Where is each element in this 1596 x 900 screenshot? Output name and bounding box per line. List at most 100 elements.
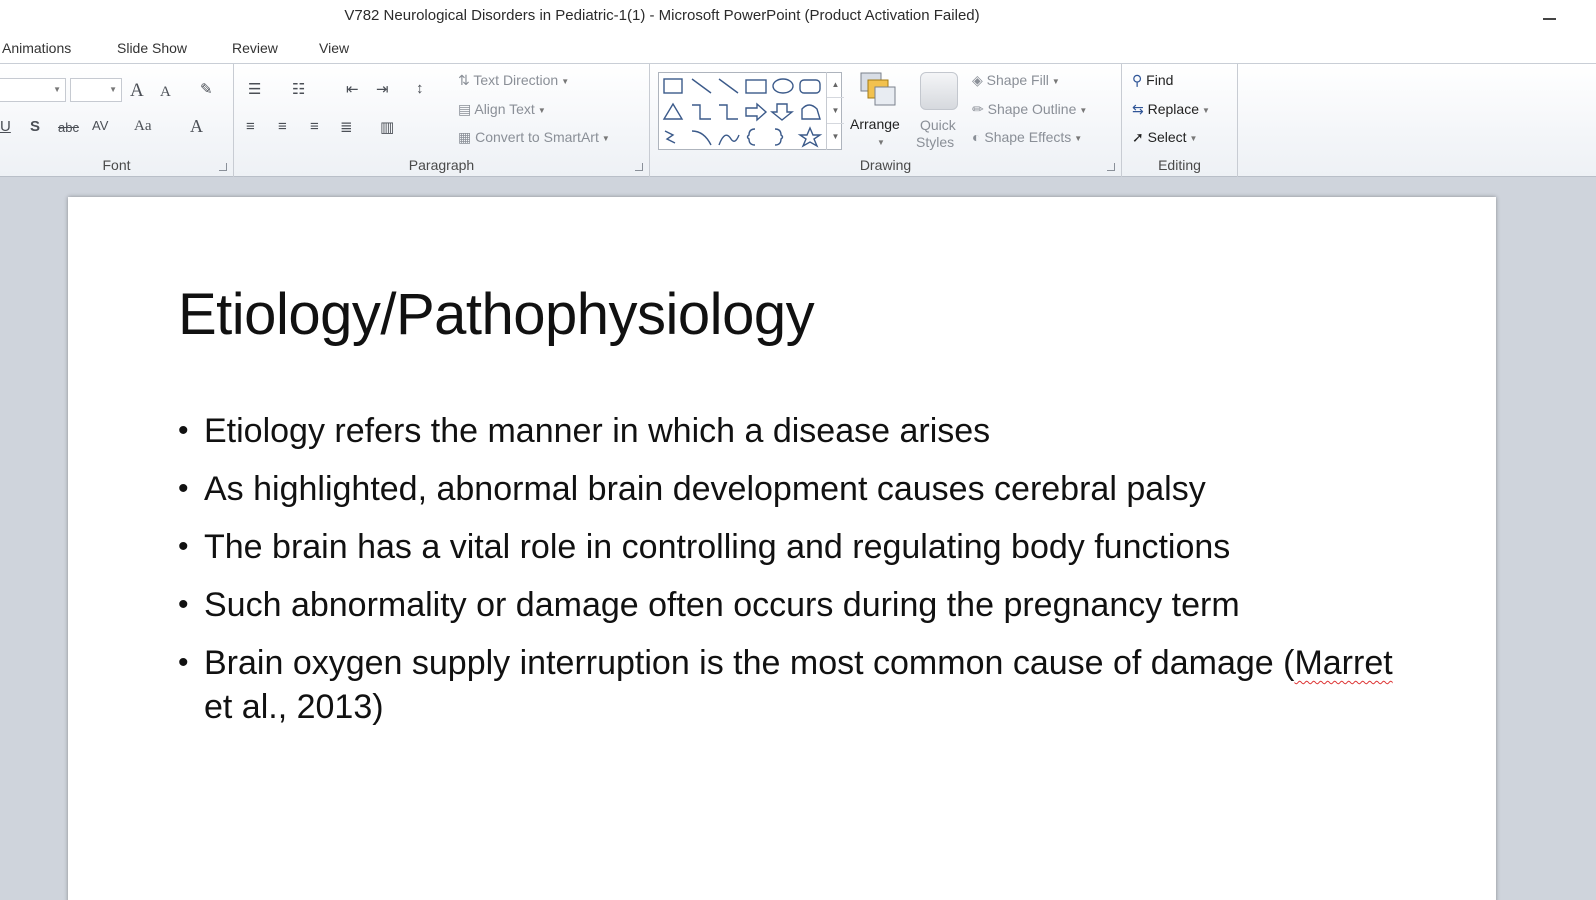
editing-group: ⚲ Find ⇆ Replace ▼ ➚ Select ▼ Editing — [1122, 64, 1238, 177]
paragraph-group: ☰ ☷ ⇤ ⇥ ↕ ≡ ≡ ≡ ≣ ▥ ⇅ Text Direction ▼ ▤ … — [234, 64, 650, 177]
elbow-connector-icon — [692, 104, 711, 120]
font-name-combo[interactable]: ▼ — [0, 78, 66, 102]
bullet-item-last: Brain oxygen supply interruption is the … — [178, 641, 1418, 729]
smartart-label: Convert to SmartArt — [475, 129, 599, 145]
justify-icon[interactable]: ≣ — [340, 118, 353, 136]
slide-title[interactable]: Etiology/Pathophysiology — [178, 281, 815, 348]
slide-canvas: Etiology/Pathophysiology Etiology refers… — [0, 177, 1596, 900]
curve-shape-icon — [718, 134, 740, 146]
gallery-up-icon[interactable]: ▲ — [827, 72, 844, 98]
right-brace-icon — [774, 128, 784, 146]
shapes-gallery-icons — [662, 78, 823, 148]
bullet-text: Brain oxygen supply interruption is the … — [204, 644, 1295, 682]
star-shape-icon — [797, 126, 823, 148]
title-bar: V782 Neurological Disorders in Pediatric… — [0, 0, 1596, 34]
shrink-font-button[interactable]: A — [160, 84, 171, 101]
misspelled-word[interactable]: Marret — [1294, 644, 1392, 682]
font-group: ▼ ▼ A A ✎ U S abc AV Aa A Font — [0, 64, 234, 177]
rounded-rectangle-shape-icon — [799, 79, 821, 94]
smartart-icon: ▦ — [458, 129, 476, 145]
oval-shape-icon — [772, 78, 794, 94]
window-title: V782 Neurological Disorders in Pediatric… — [344, 7, 980, 24]
replace-icon: ⇆ — [1132, 101, 1148, 117]
down-arrow-shape-icon — [770, 103, 794, 121]
align-text-icon: ▤ — [458, 101, 475, 117]
freeform-shape-icon — [801, 104, 821, 120]
bullet-item: Such abnormality or damage often occurs … — [178, 583, 1418, 627]
bullet-item: As highlighted, abnormal brain developme… — [178, 467, 1418, 511]
arrange-dropdown-icon: ▼ — [877, 138, 885, 147]
gallery-down-icon[interactable]: ▼ — [827, 98, 844, 124]
gallery-more-icon[interactable]: ▼ — [827, 124, 844, 150]
clear-formatting-icon[interactable]: ✎ — [200, 80, 213, 98]
minimize-button[interactable] — [1538, 4, 1562, 28]
align-center-icon[interactable]: ≡ — [278, 118, 287, 135]
replace-button[interactable]: ⇆ Replace ▼ — [1132, 101, 1210, 118]
scribble-shape-icon — [664, 130, 676, 144]
shape-outline-button[interactable]: ✏ Shape Outline ▼ — [972, 101, 1087, 118]
arrange-label: Arrange — [850, 116, 900, 132]
elbow-arrow-icon — [719, 104, 738, 120]
arrange-icon — [860, 72, 896, 106]
tab-animations[interactable]: Animations — [2, 40, 71, 56]
paragraph-dialog-launcher[interactable] — [635, 163, 643, 171]
change-case-button[interactable]: Aa — [134, 118, 152, 135]
paint-bucket-icon: ◈ — [972, 72, 987, 88]
left-brace-icon — [746, 128, 756, 146]
shapes-gallery[interactable] — [658, 72, 842, 150]
triangle-shape-icon — [662, 102, 684, 120]
shape-fill-label: Shape Fill — [986, 72, 1049, 88]
quick-styles-icon — [920, 72, 958, 110]
tab-slide-show[interactable]: Slide Show — [117, 40, 187, 56]
align-text-label: Align Text — [474, 101, 535, 117]
bullets-icon[interactable]: ☰ — [248, 80, 261, 98]
drawing-dialog-launcher[interactable] — [1107, 163, 1115, 171]
arrow-shape-icon — [718, 78, 739, 94]
increase-indent-icon[interactable]: ⇥ — [376, 80, 389, 98]
font-color-button[interactable]: A — [190, 116, 203, 137]
tab-review[interactable]: Review — [232, 40, 278, 56]
character-spacing-button[interactable]: AV — [92, 118, 108, 133]
font-dialog-launcher[interactable] — [219, 163, 227, 171]
arc-shape-icon — [691, 130, 712, 146]
columns-icon[interactable]: ▥ — [380, 118, 394, 136]
slide[interactable]: Etiology/Pathophysiology Etiology refers… — [68, 197, 1496, 900]
shape-fill-button[interactable]: ◈ Shape Fill ▼ — [972, 72, 1060, 89]
bullet-text-end: et al., 2013) — [204, 688, 384, 726]
pencil-icon: ✏ — [972, 101, 988, 117]
tab-view[interactable]: View — [319, 40, 349, 56]
decrease-indent-icon[interactable]: ⇤ — [346, 80, 359, 98]
align-text-button[interactable]: ▤ Align Text ▼ — [458, 101, 546, 118]
strikethrough-button[interactable]: abc — [58, 120, 79, 135]
binoculars-icon: ⚲ — [1132, 72, 1147, 88]
convert-to-smartart-button[interactable]: ▦ Convert to SmartArt ▼ — [458, 129, 610, 146]
shape-effects-button[interactable]: ◐ Shape Effects ▼ — [972, 129, 1082, 145]
editing-group-label: Editing — [1158, 157, 1201, 173]
grow-font-button[interactable]: A — [130, 80, 144, 102]
quick-styles-label-line1: Quick — [920, 117, 956, 133]
line-spacing-icon[interactable]: ↕ — [416, 80, 424, 97]
shadow-button[interactable]: S — [30, 118, 40, 135]
line-shape-icon — [691, 78, 712, 94]
slide-bullet-list[interactable]: Etiology refers the manner in which a di… — [178, 409, 1418, 743]
shape-outline-label: Shape Outline — [987, 101, 1077, 117]
shapes-gallery-scroll[interactable]: ▲ ▼ ▼ — [826, 72, 844, 150]
find-button[interactable]: ⚲ Find — [1132, 72, 1173, 89]
select-label: Select — [1147, 129, 1187, 145]
bullet-item: The brain has a vital role in controllin… — [178, 525, 1418, 569]
right-arrow-shape-icon — [745, 102, 768, 122]
ribbon-tabs: Animations Slide Show Review View — [0, 36, 1596, 64]
align-left-icon[interactable]: ≡ — [246, 118, 255, 135]
text-direction-button[interactable]: ⇅ Text Direction ▼ — [458, 72, 569, 89]
align-right-icon[interactable]: ≡ — [310, 118, 319, 135]
numbering-icon[interactable]: ☷ — [292, 80, 305, 98]
font-size-combo[interactable]: ▼ — [70, 78, 122, 102]
shape-effects-icon: ◐ — [972, 129, 985, 145]
rectangle-shape-icon — [745, 79, 767, 94]
arrange-button[interactable]: Arrange ▼ — [850, 70, 908, 154]
underline-button[interactable]: U — [0, 118, 11, 135]
select-button[interactable]: ➚ Select ▼ — [1132, 129, 1197, 146]
replace-label: Replace — [1147, 101, 1199, 117]
text-direction-label: Text Direction — [473, 72, 559, 88]
quick-styles-button[interactable]: Quick Styles — [914, 70, 964, 154]
